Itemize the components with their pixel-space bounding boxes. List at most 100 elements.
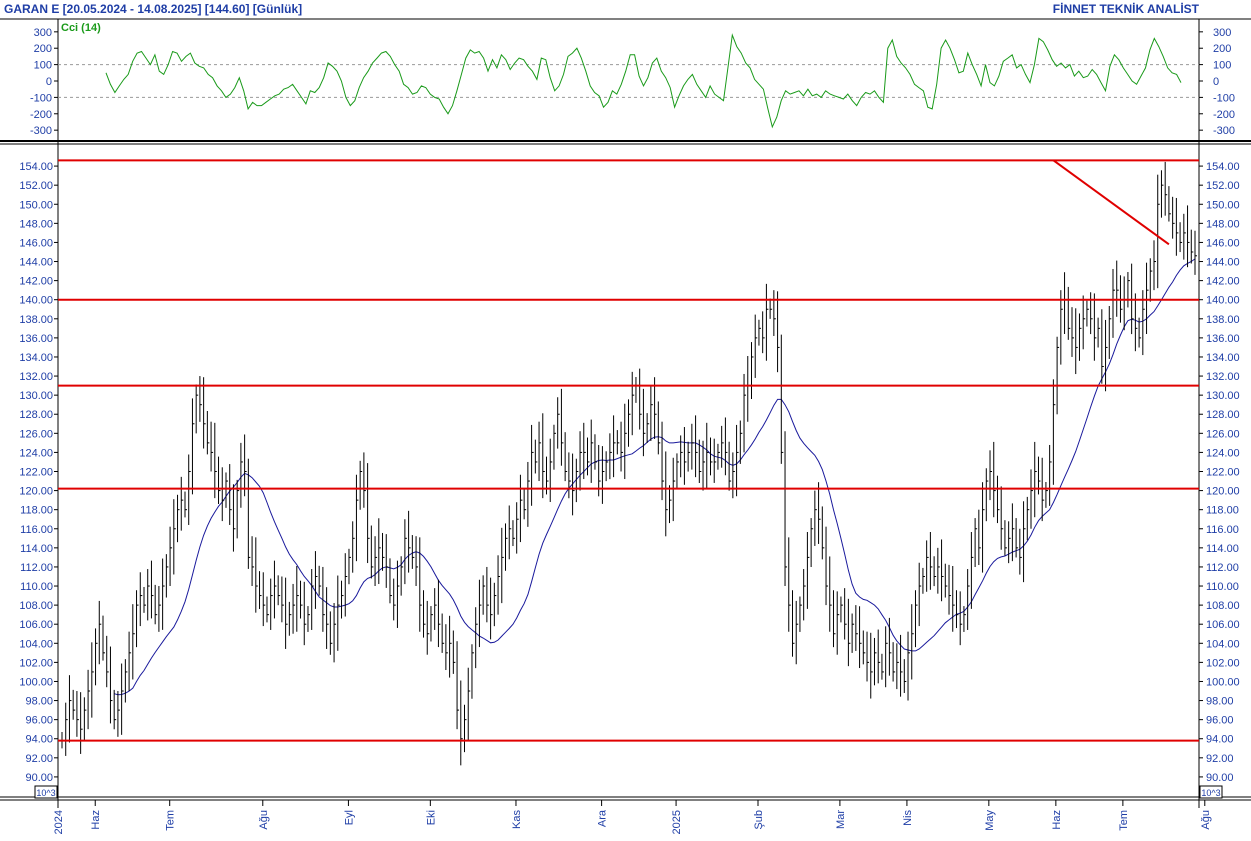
price-tick-label-right: 116.00 <box>1206 524 1239 536</box>
price-tick-label-left: 118.00 <box>20 505 53 517</box>
price-tick-label-left: 116.00 <box>20 524 53 536</box>
time-tick-label: Eki <box>425 810 437 825</box>
price-tick-label-left: 92.00 <box>25 753 53 765</box>
price-tick-label-right: 130.00 <box>1206 390 1240 402</box>
price-tick-label-right: 150.00 <box>1206 199 1240 211</box>
price-tick-label-left: 124.00 <box>19 447 53 459</box>
price-tick-label-right: 104.00 <box>1206 638 1240 650</box>
price-tick-label-right: 120.00 <box>1206 486 1240 498</box>
price-tick-label-left: 126.00 <box>19 428 53 440</box>
time-tick-label: Tem <box>165 810 177 831</box>
cci-tick-label-right: -300 <box>1213 125 1235 137</box>
price-tick-label-left: 112.00 <box>20 562 53 574</box>
cci-tick-label-right: 200 <box>1213 43 1231 55</box>
price-tick-label-left: 148.00 <box>19 218 53 230</box>
price-tick-label-right: 98.00 <box>1206 696 1234 708</box>
price-tick-label-right: 112.00 <box>1206 562 1239 574</box>
cci-tick-label-left: 100 <box>34 60 52 72</box>
price-tick-label-left: 104.00 <box>19 638 53 650</box>
time-tick-label: Tem <box>1118 810 1130 831</box>
chart-canvas: 300 300 200 200 100 100 0 0 -100 -100 -200 -200 -300… <box>0 18 1251 834</box>
price-tick-label-left: 132.00 <box>19 371 53 383</box>
price-tick-label-left: 136.00 <box>19 333 53 345</box>
price-tick-label-left: 150.00 <box>19 199 53 211</box>
time-tick-label: 2024 <box>53 810 65 834</box>
time-axis: 2024 Haz Tem Ağu Eyl Eki Kas Ara 2025 Şub Mar Nis Ma… <box>53 800 1212 834</box>
price-tick-label-left: 100.00 <box>19 676 53 688</box>
price-tick-label-right: 154.00 <box>1206 161 1240 173</box>
price-tick-label-right: 126.00 <box>1206 428 1240 440</box>
time-tick-label: Haz <box>90 810 102 830</box>
price-tick-label-right: 94.00 <box>1206 734 1234 746</box>
moving-average-line <box>114 258 1196 696</box>
price-tick-label-right: 108.00 <box>1206 600 1240 612</box>
price-tick-label-left: 94.00 <box>25 734 53 746</box>
price-tick-label-left: 110.00 <box>20 581 53 593</box>
price-tick-label-right: 138.00 <box>1206 314 1240 326</box>
cci-tick-label-left: -100 <box>30 92 52 104</box>
cci-tick-label-left: 0 <box>46 76 52 88</box>
price-tick-label-right: 142.00 <box>1206 276 1240 288</box>
cci-line <box>105 33 1182 129</box>
price-tick-label-right: 122.00 <box>1206 467 1240 479</box>
price-tick-label-right: 136.00 <box>1206 333 1240 345</box>
cci-title: Cci (14) <box>61 22 101 34</box>
price-tick-label-right: 146.00 <box>1206 237 1240 249</box>
price-tick-label-right: 102.00 <box>1206 657 1240 669</box>
price-tick-label-left: 102.00 <box>19 657 53 669</box>
moving-average-path <box>114 258 1196 696</box>
cci-tick-label-right: 100 <box>1213 60 1231 72</box>
price-tick-label-right: 114.00 <box>1206 543 1239 555</box>
price-tick-label-right: 90.00 <box>1206 772 1234 784</box>
price-tick-label-left: 96.00 <box>25 715 53 727</box>
price-tick-label-left: 122.00 <box>19 467 53 479</box>
price-tick-label-right: 106.00 <box>1206 619 1240 631</box>
price-tick-label-right: 132.00 <box>1206 371 1240 383</box>
price-tick-label-left: 106.00 <box>19 619 53 631</box>
cci-tick-label-right: -200 <box>1213 109 1235 121</box>
time-tick-label: Haz <box>1051 810 1063 830</box>
time-tick-label: Ağu <box>258 810 270 830</box>
time-tick-label: 2025 <box>671 810 683 834</box>
price-tick-label-left: 130.00 <box>19 390 53 402</box>
cci-tick-label-right: 300 <box>1213 27 1231 39</box>
horizontal-levels <box>58 159 1199 742</box>
price-tick-label-right: 128.00 <box>1206 409 1240 421</box>
price-tick-label-left: 144.00 <box>19 257 53 269</box>
cci-tick-label-right: -100 <box>1213 92 1235 104</box>
price-tick-label-left: 142.00 <box>19 276 53 288</box>
price-axis: 154.00 154.00 152.00 152.00 150.00 150.00 148.… <box>19 161 1240 799</box>
price-tick-label-right: 152.00 <box>1206 180 1240 192</box>
price-tick-label-right: 140.00 <box>1206 295 1240 307</box>
price-tick-label-right: 100.00 <box>1206 676 1240 688</box>
cci-title-label: Cci (14) <box>61 22 101 34</box>
price-tick-label-right: 124.00 <box>1206 447 1240 459</box>
time-tick-label: Kas <box>511 810 523 829</box>
price-bars <box>61 161 1197 766</box>
time-tick-label: Ara <box>597 809 609 827</box>
cci-tick-label-left: -300 <box>30 125 52 137</box>
price-tick-label-left: 138.00 <box>19 314 53 326</box>
cci-tick-label-right: 0 <box>1213 76 1219 88</box>
trendline <box>1052 159 1170 246</box>
price-tick-label-left: 152.00 <box>19 180 53 192</box>
price-tick-label-right: 118.00 <box>1206 505 1239 517</box>
cci-tick-label-left: -200 <box>30 109 52 121</box>
time-tick-label: Nis <box>902 810 914 826</box>
chart-frame <box>0 18 1251 808</box>
price-tick-label-left: 108.00 <box>19 600 53 612</box>
price-tick-label-left: 128.00 <box>19 409 53 421</box>
price-tick-label-right: 110.00 <box>1206 581 1239 593</box>
price-tick-label-left: 154.00 <box>19 161 53 173</box>
time-tick-label: Ağu <box>1200 810 1212 830</box>
price-tick-label-right: 134.00 <box>1206 352 1240 364</box>
price-tick-label-left: 90.00 <box>25 772 53 784</box>
price-tick-label-right: 144.00 <box>1206 257 1240 269</box>
time-tick-label: Şub <box>753 810 765 830</box>
price-tick-label-right: 96.00 <box>1206 715 1234 727</box>
price-tick-label-left: 146.00 <box>19 237 53 249</box>
unit-label-left: 10^3 <box>36 788 55 798</box>
price-tick-label-right: 148.00 <box>1206 218 1240 230</box>
time-tick-label: May <box>984 810 996 831</box>
cci-tick-label-left: 300 <box>34 27 52 39</box>
